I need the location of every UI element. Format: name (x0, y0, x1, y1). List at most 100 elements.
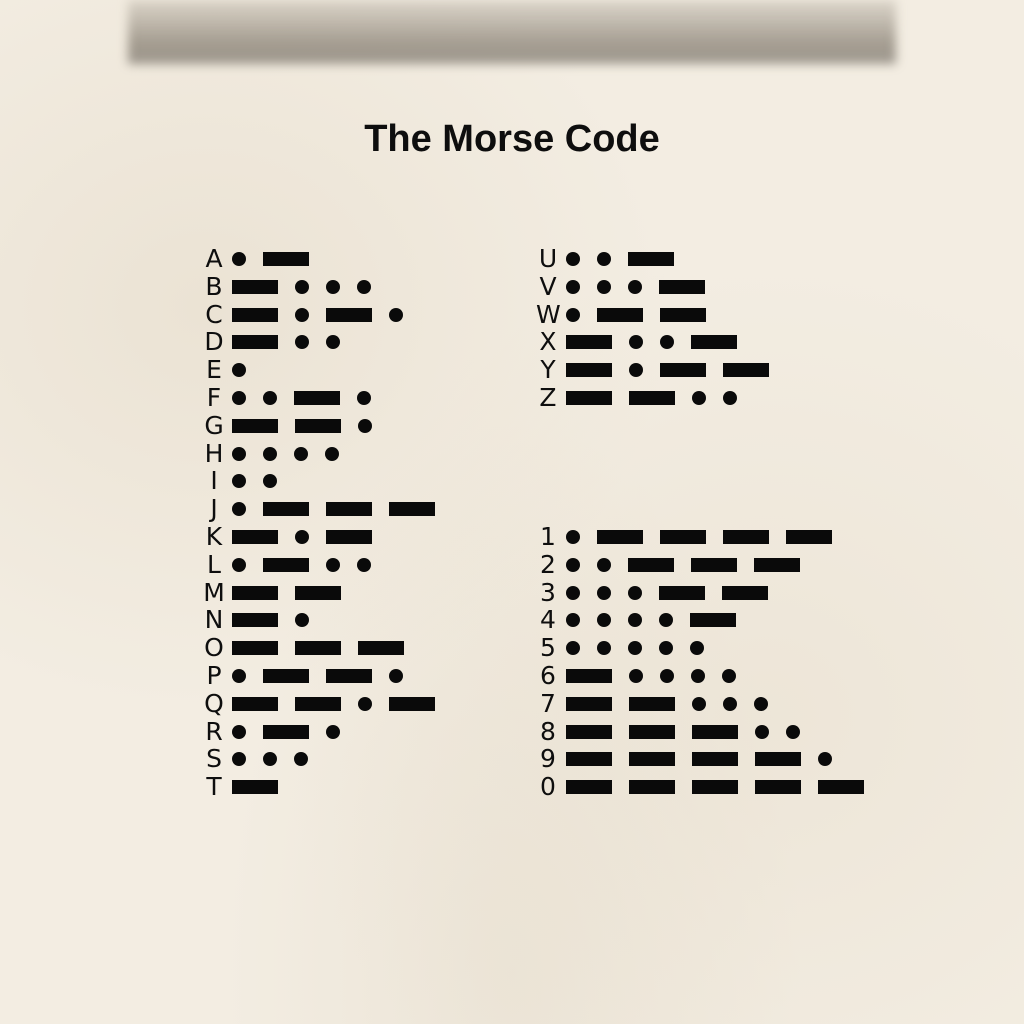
morse-dash (566, 335, 612, 350)
morse-dash (660, 363, 706, 378)
morse-dash (629, 696, 675, 711)
morse-dash (659, 279, 705, 294)
morse-dash (232, 613, 278, 628)
morse-dot (358, 418, 372, 433)
morse-dash (232, 279, 278, 294)
morse-char: 1 (540, 522, 556, 551)
morse-char: S (206, 744, 222, 774)
morse-char: O (204, 633, 224, 663)
morse-char: P (206, 661, 222, 690)
morse-dash (691, 557, 737, 572)
morse-dash (566, 363, 612, 378)
morse-dash (629, 391, 675, 405)
morse-char: 3 (540, 577, 556, 607)
morse-dash (566, 780, 612, 795)
morse-dash (295, 418, 341, 433)
morse-char: G (204, 410, 224, 440)
morse-dash (818, 780, 864, 795)
morse-dash (597, 307, 643, 322)
paper-top-shadow (128, 0, 896, 64)
morse-dash (660, 307, 706, 322)
morse-char: W (536, 299, 561, 329)
morse-dot (566, 557, 580, 572)
morse-dash (566, 724, 612, 739)
morse-dash (295, 641, 341, 656)
morse-dot (295, 307, 309, 322)
morse-dash (566, 752, 612, 767)
morse-char: J (210, 494, 218, 524)
morse-dash (723, 363, 769, 378)
morse-dot (232, 252, 246, 266)
morse-dash (691, 335, 737, 350)
morse-char: D (204, 327, 224, 357)
morse-dash (629, 752, 675, 767)
morse-char: V (539, 271, 557, 301)
morse-dot (232, 391, 246, 405)
morse-dot (232, 669, 246, 683)
morse-dot (263, 391, 277, 405)
morse-dash (232, 418, 278, 433)
morse-dash (232, 641, 278, 656)
morse-dash (232, 780, 278, 795)
morse-dot (597, 252, 611, 266)
morse-dot (566, 585, 580, 600)
morse-dash (754, 557, 800, 572)
morse-dash (389, 696, 435, 711)
morse-char: A (205, 244, 223, 273)
morse-dash (690, 613, 736, 628)
morse-dash (597, 530, 643, 544)
morse-char: 4 (540, 605, 556, 635)
morse-dot (566, 279, 580, 294)
morse-dash (232, 335, 278, 350)
morse-dash (786, 530, 832, 544)
morse-dot (566, 530, 580, 544)
morse-dot (723, 391, 737, 405)
morse-dash (294, 391, 340, 405)
morse-dot (357, 279, 371, 294)
morse-dot (566, 252, 580, 266)
morse-dot (357, 557, 371, 572)
morse-char: R (205, 716, 223, 746)
morse-dash (660, 530, 706, 544)
morse-char: 6 (540, 661, 556, 690)
morse-dash (232, 530, 278, 544)
morse-char: Z (539, 383, 557, 412)
morse-char: 0 (540, 772, 556, 802)
morse-dash (326, 669, 372, 683)
morse-char: H (204, 438, 224, 468)
morse-dash (755, 752, 801, 767)
morse-dash (232, 585, 278, 600)
morse-dash (263, 557, 309, 572)
morse-dot (566, 307, 580, 322)
morse-dash (692, 724, 738, 739)
morse-dot (232, 557, 246, 572)
morse-dash (659, 585, 705, 600)
morse-dash (326, 502, 372, 517)
morse-dash (263, 724, 309, 739)
morse-char: U (538, 244, 558, 273)
morse-dash (232, 307, 278, 322)
morse-dot (597, 585, 611, 600)
morse-dash (566, 391, 612, 405)
morse-dash (389, 502, 435, 517)
morse-char: N (204, 605, 224, 635)
morse-char: L (207, 549, 221, 579)
morse-dot (692, 391, 706, 405)
morse-char: C (205, 299, 223, 329)
morse-char: 5 (540, 633, 556, 663)
morse-dash (722, 585, 768, 600)
morse-char: X (539, 327, 557, 357)
morse-dash (326, 530, 372, 544)
morse-dash (566, 669, 612, 683)
morse-dash (755, 780, 801, 795)
morse-dot (232, 724, 246, 739)
morse-dot (326, 724, 340, 739)
morse-dash (232, 696, 278, 711)
morse-dot (755, 724, 769, 739)
morse-char: K (205, 522, 223, 551)
morse-dot (628, 585, 642, 600)
morse-dot (629, 669, 643, 683)
morse-dot (232, 446, 246, 461)
morse-dot (597, 279, 611, 294)
morse-char: I (210, 466, 218, 496)
